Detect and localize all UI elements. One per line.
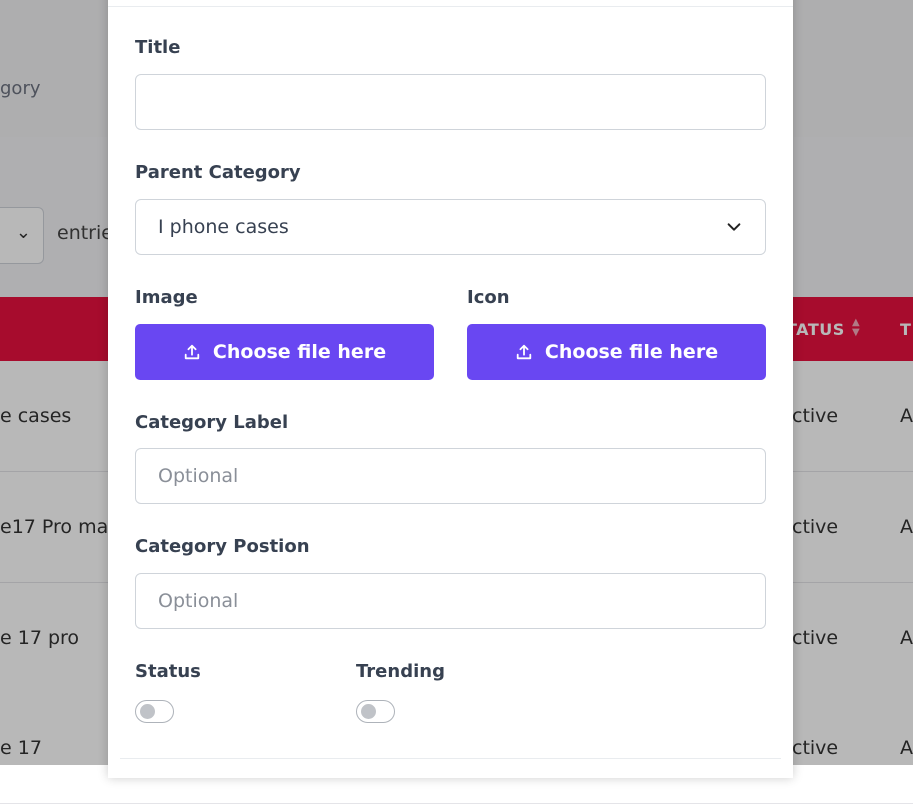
category-label-label: Category Label [135, 412, 289, 433]
toggle-knob [361, 704, 376, 719]
modal-header-divider [108, 6, 793, 7]
upload-icon [516, 344, 532, 360]
icon-upload-button[interactable]: Choose file here [467, 324, 766, 380]
icon-label: Icon [467, 287, 510, 308]
trending-toggle[interactable] [356, 700, 395, 723]
title-input[interactable] [135, 74, 766, 130]
upload-icon [184, 344, 200, 360]
category-label-input[interactable] [135, 448, 766, 504]
category-position-input[interactable] [135, 573, 766, 629]
category-position-label: Category Postion [135, 536, 310, 557]
image-label: Image [135, 287, 198, 308]
toggle-knob [140, 704, 155, 719]
chevron-down-icon [727, 223, 741, 231]
modal-footer-divider [120, 758, 781, 759]
title-label: Title [135, 37, 181, 58]
parent-category-selected: I phone cases [158, 216, 289, 238]
add-category-modal: Title Parent Category I phone cases Imag… [108, 0, 793, 778]
image-upload-label: Choose file here [212, 341, 387, 363]
trending-label: Trending [356, 661, 445, 682]
status-label: Status [135, 661, 201, 682]
parent-category-select[interactable]: I phone cases [135, 199, 766, 255]
parent-category-label: Parent Category [135, 162, 301, 183]
image-upload-button[interactable]: Choose file here [135, 324, 434, 380]
status-toggle[interactable] [135, 700, 174, 723]
icon-upload-label: Choose file here [544, 341, 719, 363]
